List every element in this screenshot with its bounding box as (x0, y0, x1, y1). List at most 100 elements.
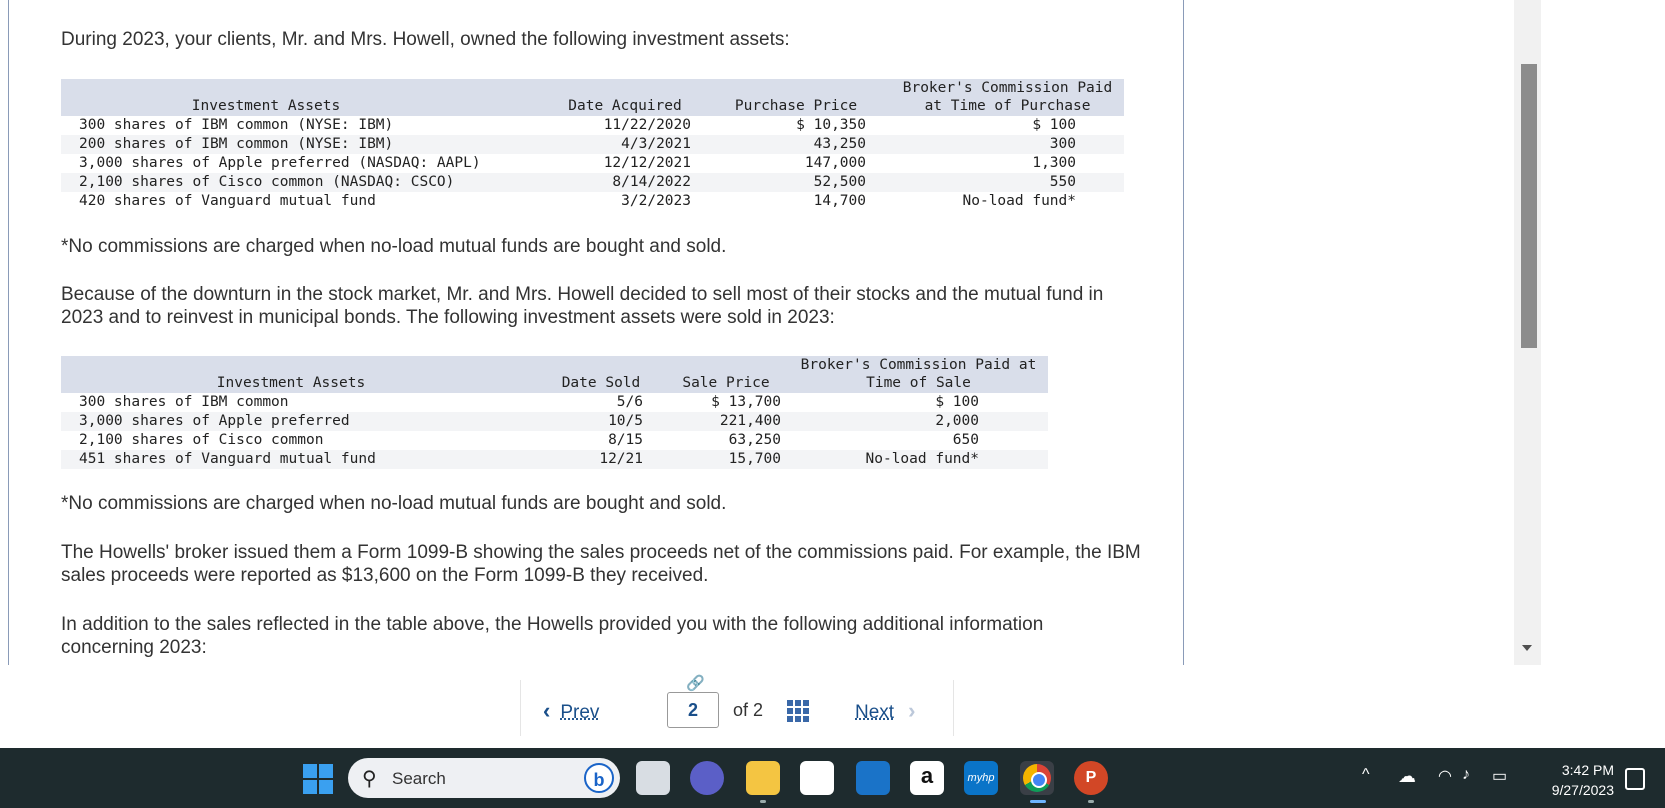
cell-date: 12/21 (599, 451, 643, 467)
search-label: Search (392, 769, 446, 788)
prev-button[interactable]: ‹ Prev (543, 698, 599, 724)
cell-asset: 420 shares of Vanguard mutual fund (79, 193, 376, 209)
table-row: 200 shares of IBM common (NYSE: IBM) 4/3… (61, 135, 1124, 154)
scroll-down-arrow-icon[interactable] (1522, 645, 1532, 651)
cell-commission: 650 (952, 432, 979, 448)
file-explorer-icon[interactable] (746, 761, 780, 795)
cell-asset: 200 shares of IBM common (NYSE: IBM) (79, 136, 394, 152)
running-indicator (1088, 800, 1094, 803)
cell-date: 4/3/2021 (621, 136, 691, 152)
grid-view-icon[interactable] (787, 700, 809, 722)
note-2: *No commissions are charged when no-load… (61, 493, 727, 514)
cell-date: 5/6 (616, 394, 643, 410)
vertical-scrollbar[interactable] (1514, 0, 1541, 665)
cell-price: 43,250 (813, 136, 866, 152)
onedrive-icon[interactable]: ☁ (1398, 766, 1416, 787)
cell-asset: 451 shares of Vanguard mutual fund (79, 451, 376, 467)
cell-asset: 3,000 shares of Apple preferred (NASDAQ:… (79, 155, 481, 171)
cell-date: 10/5 (608, 413, 643, 429)
cell-price: 15,700 (728, 451, 781, 467)
chevron-up-icon[interactable]: ^ (1362, 766, 1370, 784)
wifi-icon[interactable]: ◠ (1438, 766, 1452, 786)
scrollbar-thumb[interactable] (1521, 64, 1537, 348)
sold-assets-table: Investment Assets Date Sold Sale Price B… (61, 356, 1048, 469)
prev-label: Prev (560, 702, 600, 723)
search-icon: ⚲ (362, 768, 377, 790)
paragraph-4: In addition to the sales reflected in th… (61, 614, 1044, 658)
taskbar-clock[interactable]: 3:42 PM 9/27/2023 (1534, 760, 1614, 800)
header-date: Date Acquired (568, 98, 682, 114)
cell-date: 3/2/2023 (621, 193, 691, 209)
cell-asset: 2,100 shares of Cisco common (79, 432, 324, 448)
next-label: Next (855, 702, 895, 723)
cell-commission: $ 100 (935, 394, 979, 410)
cell-price: 147,000 (804, 155, 866, 171)
table-row: 300 shares of IBM common (NYSE: IBM) 11/… (61, 116, 1124, 135)
cell-date: 8/15 (608, 432, 643, 448)
microsoft-store-icon[interactable] (800, 761, 834, 795)
link-icon[interactable]: 🔗 (683, 674, 708, 692)
note-1: *No commissions are charged when no-load… (61, 236, 727, 257)
myhp-icon[interactable]: myhp (964, 761, 998, 795)
header-asset: Investment Assets (216, 375, 366, 391)
cell-asset: 3,000 shares of Apple preferred (79, 413, 350, 429)
header-price: Purchase Price (734, 98, 858, 114)
mail-icon[interactable] (856, 761, 890, 795)
table-header: Investment Assets Date Acquired Purchase… (61, 79, 1124, 116)
cell-date: 12/12/2021 (603, 155, 691, 171)
clock-time: 3:42 PM (1561, 762, 1614, 778)
cell-commission: No-load fund* (962, 193, 1077, 209)
cell-price: 14,700 (813, 193, 866, 209)
pagination: ‹ Prev 2 🔗 of 2 Next › (520, 674, 954, 736)
chrome-icon[interactable] (1020, 761, 1054, 795)
header-asset: Investment Assets (191, 98, 341, 114)
cell-asset: 2,100 shares of Cisco common (NASDAQ: CS… (79, 174, 455, 190)
active-indicator (1030, 800, 1046, 803)
cell-date: 8/14/2022 (612, 174, 691, 190)
owned-assets-table: Investment Assets Date Acquired Purchase… (61, 79, 1124, 211)
table-row: 3,000 shares of Apple preferred (NASDAQ:… (61, 154, 1124, 173)
volume-icon[interactable]: ♪ (1462, 766, 1470, 784)
battery-icon[interactable]: ▭ (1492, 766, 1507, 786)
header-date: Date Sold (561, 375, 641, 391)
table-row: 2,100 shares of Cisco common (NASDAQ: CS… (61, 173, 1124, 192)
cell-commission: 300 (1049, 136, 1076, 152)
paragraph-2: Because of the downturn in the stock mar… (61, 284, 1104, 328)
cell-asset: 300 shares of IBM common (79, 394, 289, 410)
cell-commission: $ 100 (1032, 117, 1076, 133)
notification-icon[interactable] (1625, 768, 1645, 790)
page-number-input[interactable]: 2 (667, 692, 719, 728)
cell-asset: 300 shares of IBM common (NYSE: IBM) (79, 117, 394, 133)
header-commission-line1: Broker's Commission Paid at (800, 357, 1037, 373)
header-commission-line1: Broker's Commission Paid (902, 80, 1113, 96)
windows-start-icon[interactable] (303, 764, 333, 794)
table-row: 3,000 shares of Apple preferred 10/5 221… (61, 412, 1048, 431)
paragraph-3: The Howells' broker issued them a Form 1… (61, 542, 1141, 586)
table-row: 2,100 shares of Cisco common 8/15 63,250… (61, 431, 1048, 450)
page-count: of 2 (733, 700, 764, 720)
cell-commission: 550 (1049, 174, 1076, 190)
running-indicator (760, 800, 766, 803)
table-row: 451 shares of Vanguard mutual fund 12/21… (61, 450, 1048, 469)
taskbar-search[interactable]: ⚲ Search b (348, 758, 620, 798)
table-row: 420 shares of Vanguard mutual fund 3/2/2… (61, 192, 1124, 211)
teams-chat-icon[interactable] (690, 761, 724, 795)
table-row: 300 shares of IBM common 5/6 $ 13,700 $ … (61, 393, 1048, 412)
bing-icon[interactable]: b (584, 763, 614, 793)
powerpoint-icon[interactable]: P (1074, 761, 1108, 795)
task-view-icon[interactable] (636, 761, 670, 795)
amazon-icon[interactable]: a (910, 761, 944, 795)
taskbar: ⚲ Search b a myhp P ^ ☁ ◠ ♪ ▭ 3:42 PM 9/… (0, 748, 1665, 808)
cell-price: 63,250 (728, 432, 781, 448)
header-price: Sale Price (682, 375, 770, 391)
cell-commission: 2,000 (935, 413, 979, 429)
cell-commission: No-load fund* (865, 451, 980, 467)
table-header: Investment Assets Date Sold Sale Price B… (61, 356, 1048, 393)
header-commission-line2: at Time of Purchase (924, 98, 1091, 114)
content-frame: During 2023, your clients, Mr. and Mrs. … (8, 0, 1184, 665)
header-commission-line2: Time of Sale (866, 375, 971, 391)
chevron-right-icon: › (908, 698, 916, 723)
cell-price: $ 13,700 (711, 394, 781, 410)
intro-paragraph: During 2023, your clients, Mr. and Mrs. … (61, 29, 790, 50)
next-button[interactable]: Next › (855, 698, 915, 724)
